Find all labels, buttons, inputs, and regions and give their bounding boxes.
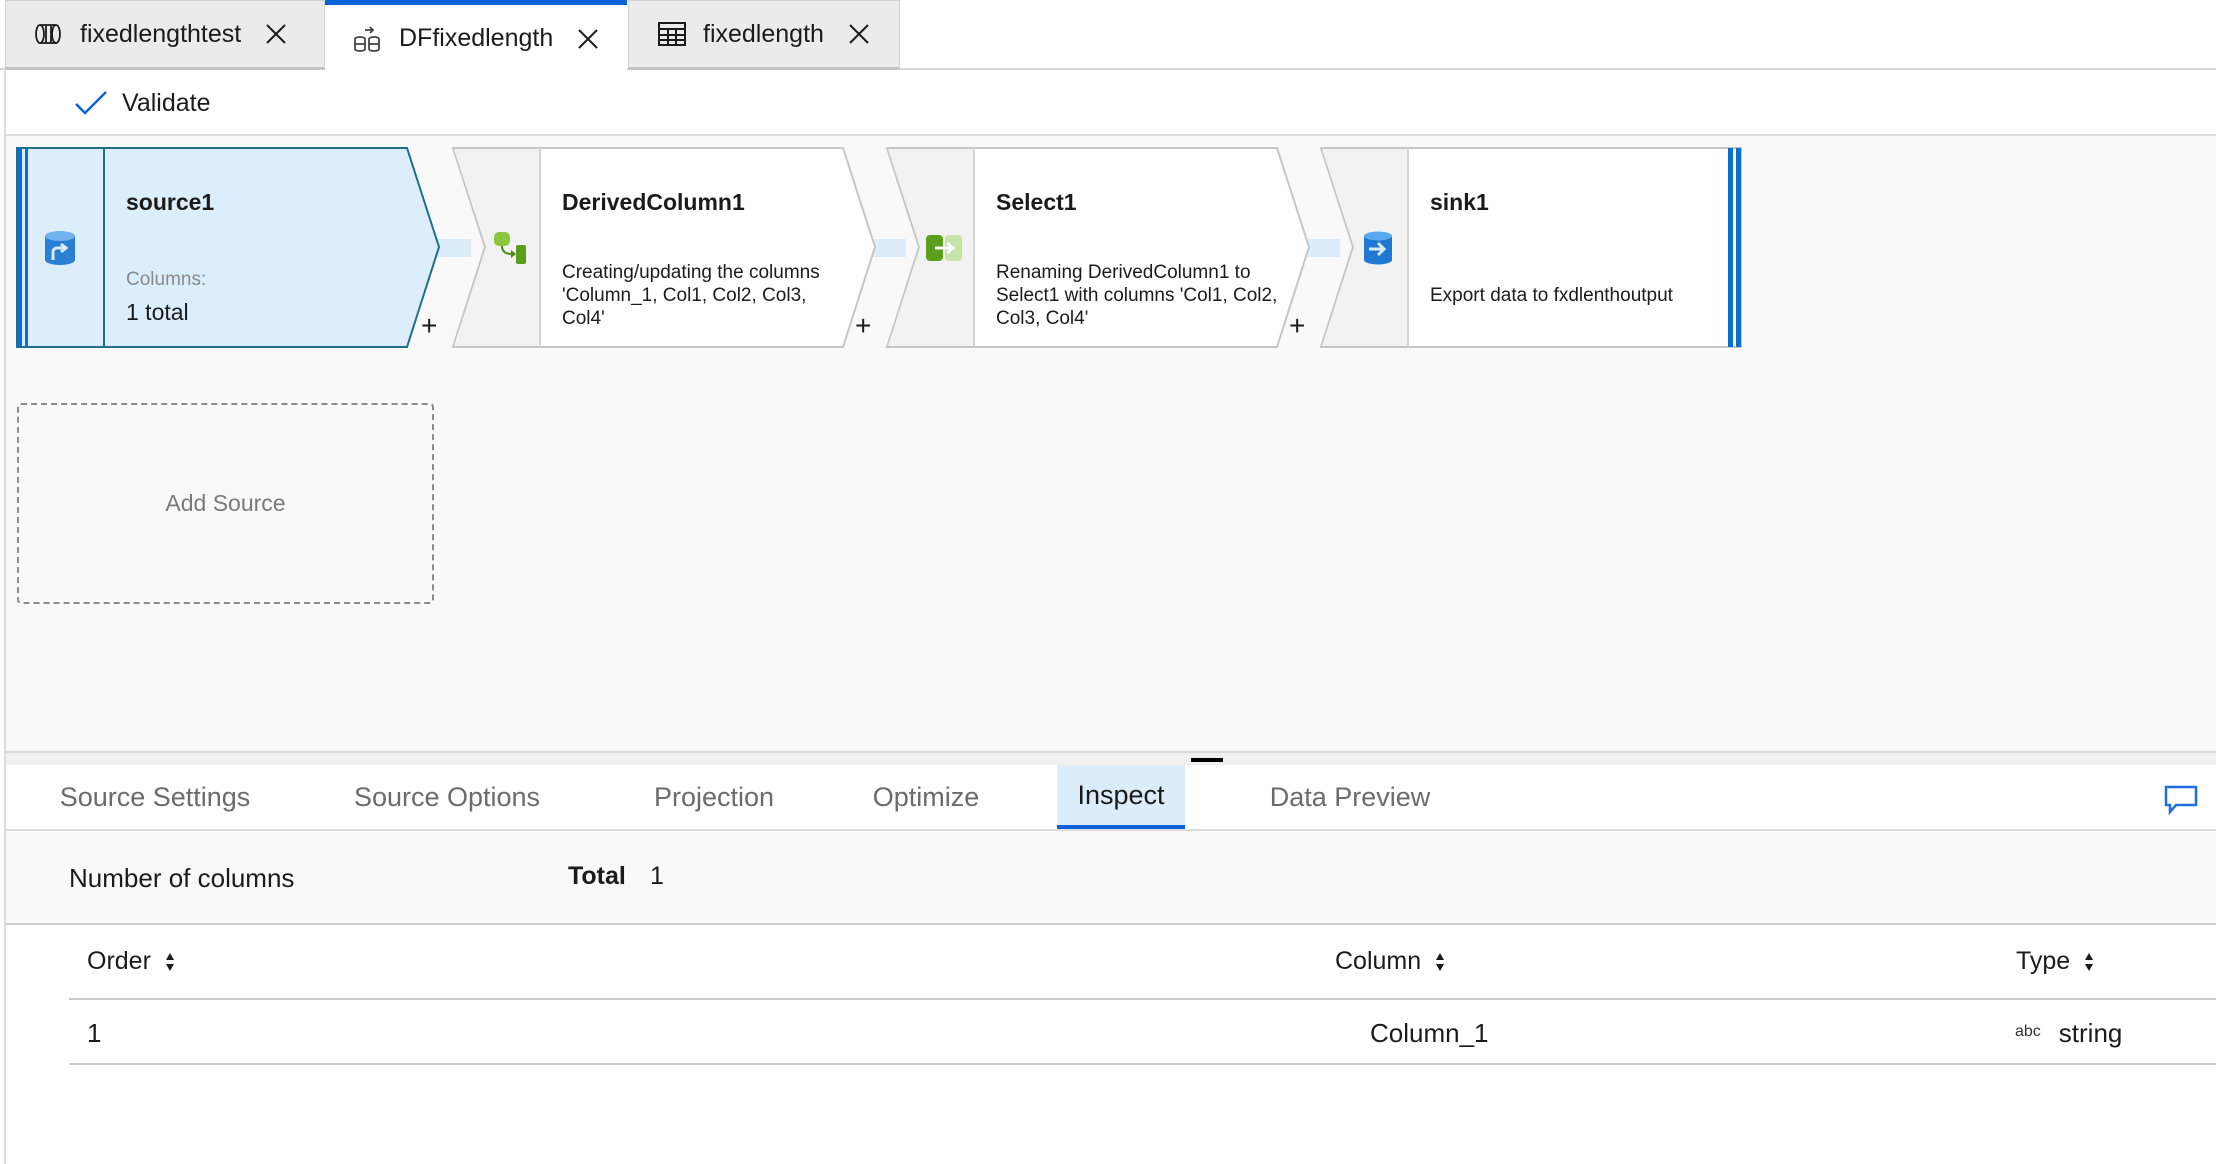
node-description: Creating/updating the columns 'Column_1,… <box>562 262 820 329</box>
tab-inspect[interactable]: Inspect <box>1057 765 1185 829</box>
inspect-summary: Number of columns Total 1 <box>4 831 2216 925</box>
node-title: DerivedColumn1 <box>562 189 745 215</box>
tab-source-options[interactable]: Source Options <box>332 765 562 829</box>
add-source-button[interactable]: Add Source <box>17 403 434 604</box>
table-row[interactable]: 1 Column_1 abc string <box>69 1000 2216 1065</box>
table-icon <box>657 19 687 49</box>
node-sink1[interactable]: sink1 Export data to fxdlenthoutput <box>1320 147 1743 348</box>
node-source1[interactable]: source1 Columns: 1 total <box>16 147 441 348</box>
file-tab-bar: fixedlengthtest DFfixedlength fixedlengt… <box>0 0 2216 72</box>
source-icon <box>16 147 104 348</box>
column-header-column[interactable]: Column <box>1335 947 1445 976</box>
number-of-columns-label: Number of columns <box>69 863 295 893</box>
checkmark-icon <box>75 91 107 115</box>
header-label: Type <box>2016 947 2071 975</box>
header-label: Order <box>87 947 151 975</box>
file-tab-label: fixedlengthtest <box>80 19 242 48</box>
derived-column-icon <box>480 147 540 348</box>
cell-column: Column_1 <box>1370 1018 1489 1048</box>
node-description: Export data to fxdlenthoutput <box>1430 285 1673 306</box>
toolbar: Validate <box>4 70 2216 136</box>
tab-data-preview[interactable]: Data Preview <box>1260 765 1440 829</box>
type-value: string <box>2058 1018 2123 1048</box>
column-header-order[interactable]: Order <box>87 947 175 976</box>
close-icon[interactable] <box>575 26 601 52</box>
sort-icon <box>1436 952 1445 971</box>
cell-order: 1 <box>87 1018 102 1048</box>
add-transform-button[interactable]: + <box>1289 312 1305 340</box>
dataflow-icon <box>353 24 383 54</box>
node-title: sink1 <box>1430 189 1489 215</box>
file-tab-label: DFfixedlength <box>399 24 554 52</box>
panel-splitter[interactable] <box>4 751 2216 765</box>
file-tab-label: fixedlength <box>703 19 824 48</box>
validate-label: Validate <box>122 88 211 117</box>
close-icon[interactable] <box>846 21 872 47</box>
settings-panel-tabs: Source Settings Source Options Projectio… <box>4 765 2216 831</box>
tab-source-settings[interactable]: Source Settings <box>42 765 268 829</box>
total-label: Total <box>568 862 626 890</box>
dataflow-canvas[interactable]: source1 Columns: 1 total + DerivedColumn… <box>4 136 2216 751</box>
feedback-icon[interactable] <box>2164 785 2198 816</box>
node-derivedcolumn1[interactable]: DerivedColumn1 Creating/updating the col… <box>452 147 877 348</box>
columns-label: Columns: <box>126 269 207 290</box>
select-icon <box>914 147 974 348</box>
node-description: Renaming DerivedColumn1 to Select1 with … <box>996 262 1278 329</box>
string-type-icon: abc <box>2015 1023 2041 1040</box>
node-title: Select1 <box>996 189 1077 215</box>
add-transform-button[interactable]: + <box>421 312 437 340</box>
total-value: 1 <box>650 862 664 890</box>
file-tab-fixedlength[interactable]: fixedlength <box>628 0 900 70</box>
tab-optimize[interactable]: Optimize <box>856 765 996 829</box>
cell-type: abc string <box>2015 1018 2122 1049</box>
file-tab-dffixedlength[interactable]: DFfixedlength <box>325 0 627 72</box>
close-icon[interactable] <box>263 21 289 47</box>
file-tab-fixedlengthtest[interactable]: fixedlengthtest <box>5 0 325 70</box>
node-select1[interactable]: Select1 Renaming DerivedColumn1 to Selec… <box>886 147 1311 348</box>
sort-icon <box>2085 952 2094 971</box>
columns-value: 1 total <box>126 299 189 325</box>
dataset-icon <box>34 19 64 49</box>
sort-icon <box>165 952 174 971</box>
header-label: Column <box>1335 947 1422 975</box>
validate-button[interactable]: Validate <box>74 84 211 122</box>
sink-icon <box>1348 147 1408 348</box>
table-header: Order Column Type <box>69 925 2216 1000</box>
inspect-table: Order Column Type 1 Column_1 abc string <box>4 925 2216 1164</box>
node-title: source1 <box>126 189 215 215</box>
column-header-type[interactable]: Type <box>2016 947 2094 976</box>
tab-projection[interactable]: Projection <box>628 765 800 829</box>
add-transform-button[interactable]: + <box>855 312 871 340</box>
splitter-grip-icon[interactable] <box>1191 758 1223 762</box>
